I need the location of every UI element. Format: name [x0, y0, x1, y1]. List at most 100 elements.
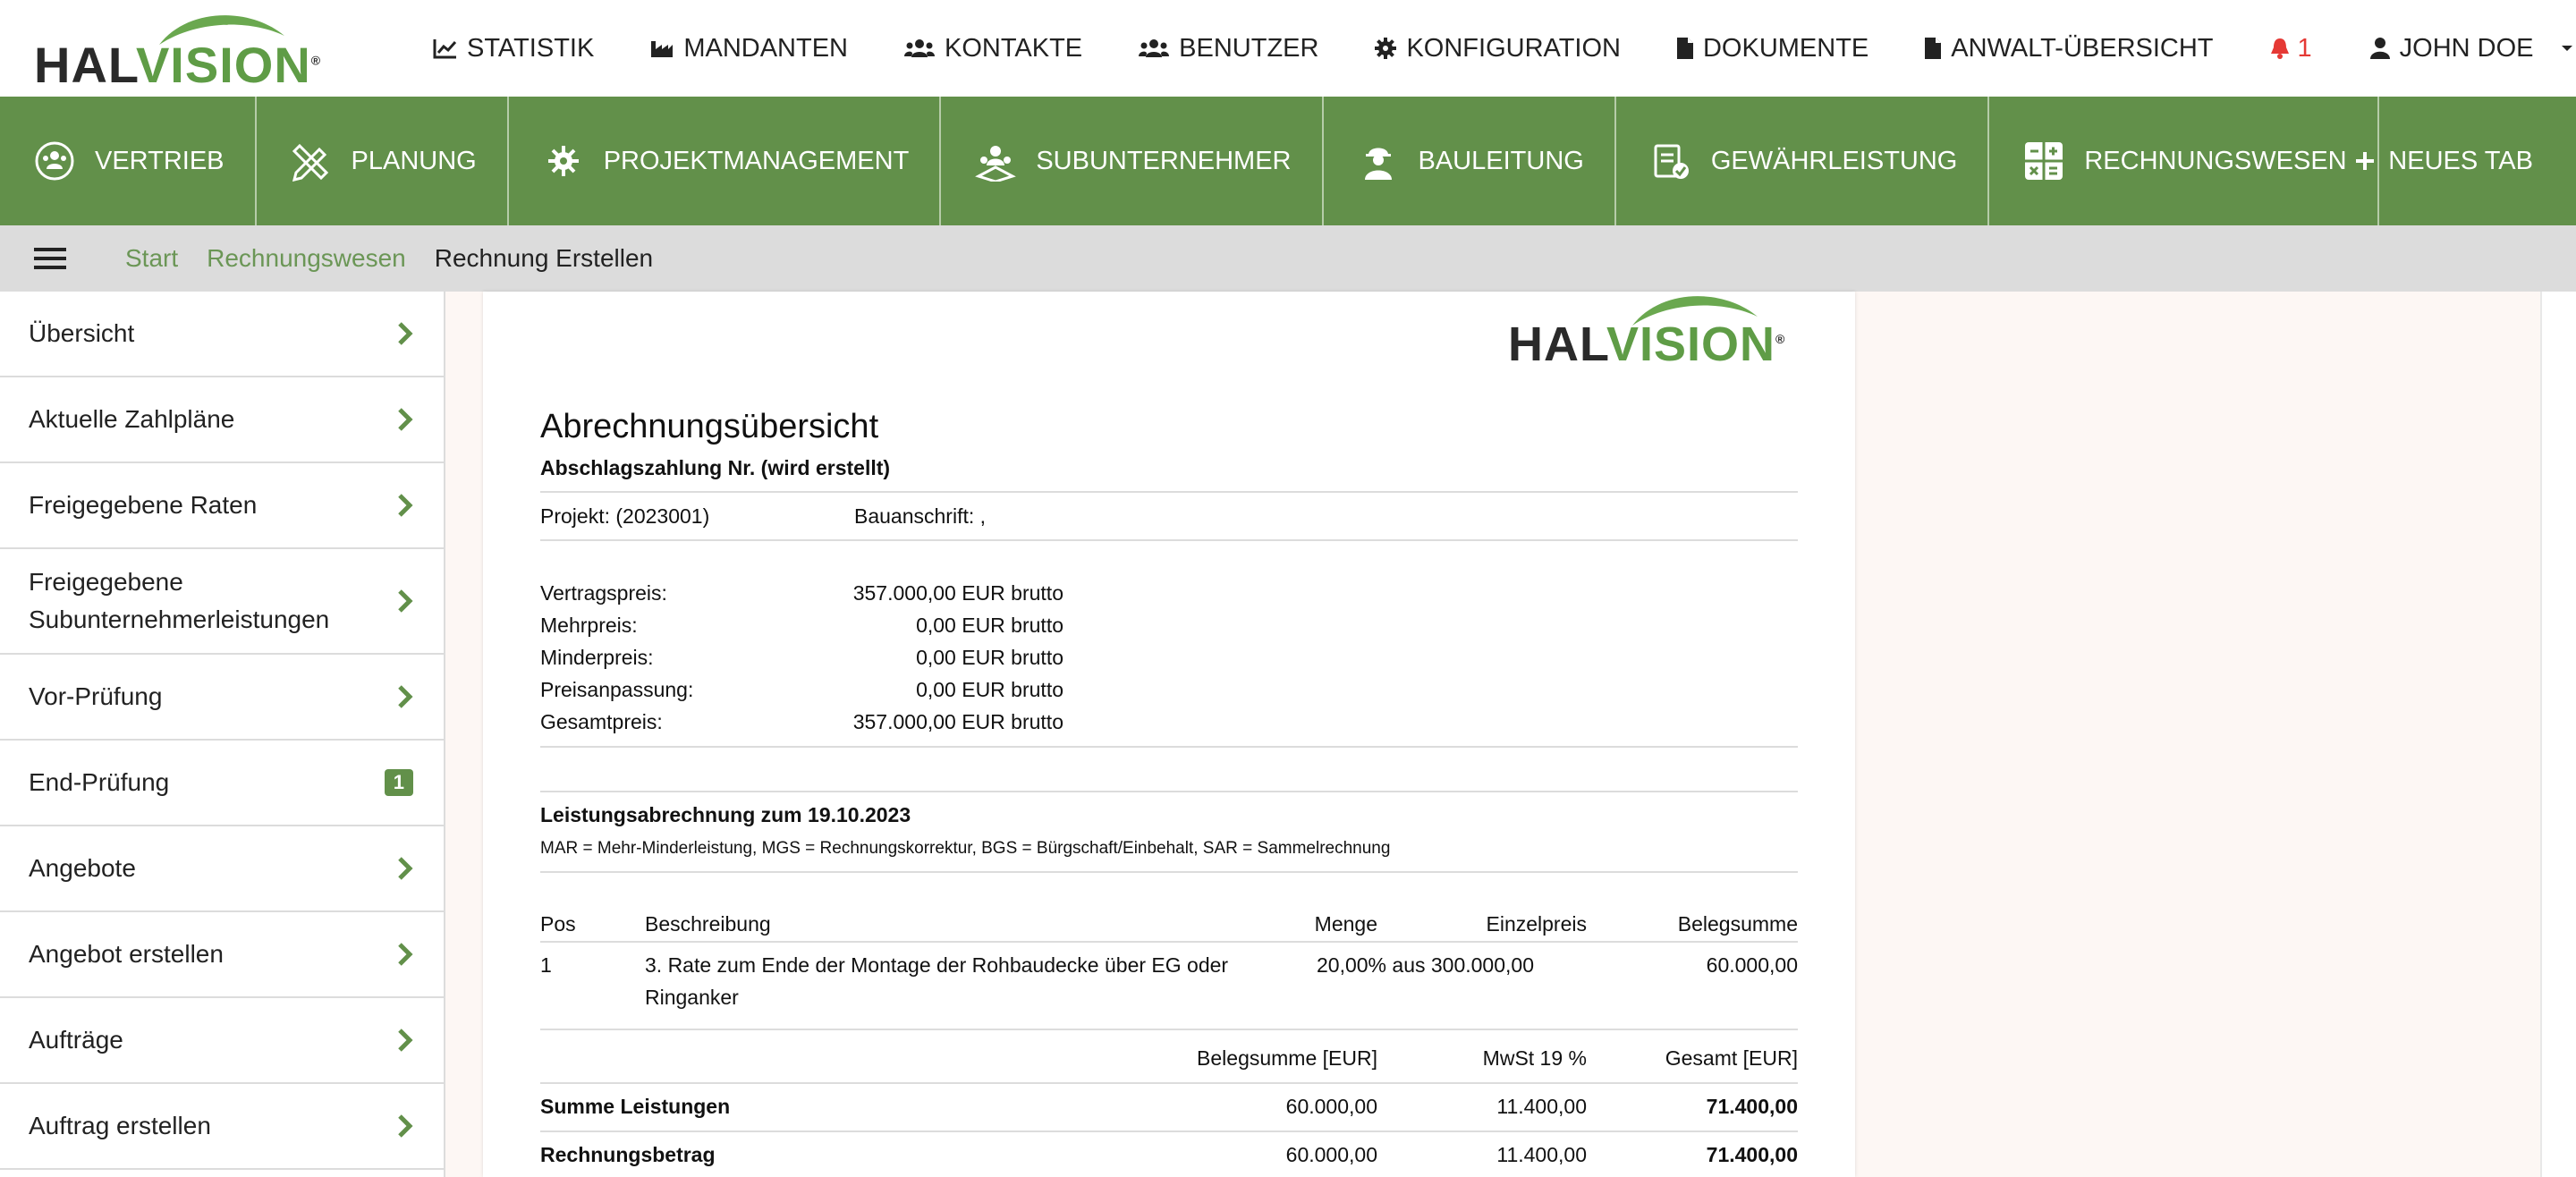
price-label: Vertragspreis: [540, 581, 667, 605]
sidebar-item-label: Auftrag erstellen [29, 1112, 211, 1139]
breadcrumb-section[interactable]: Rechnungswesen [207, 244, 406, 273]
module-tab-vertrieb[interactable]: VERTRIEB [0, 97, 257, 225]
module-tab-planung[interactable]: PLANUNG [257, 97, 509, 225]
topnav-benutzer-label: BENUTZER [1179, 33, 1319, 63]
sum-net: 60.000,00 [1285, 1143, 1377, 1166]
price-label: Mehrpreis: [540, 614, 638, 637]
sidebar-item-angebot-erstellen[interactable]: Angebot erstellen [0, 912, 444, 998]
caret-down-icon [2561, 46, 2572, 51]
logo-text-dark: HAL [1508, 318, 1606, 371]
row-pos: 1 [540, 953, 552, 977]
sidebar-item-auftraege[interactable]: Aufträge [0, 998, 444, 1084]
sidebar-item-end-pruefung[interactable]: End-Prüfung 1 [0, 741, 444, 826]
sidebar-item-label: Übersicht [29, 319, 135, 347]
sidebar-item-label: Vor-Prüfung [29, 682, 163, 710]
top-bar: HALVISION® STATISTIK MANDANTEN KONTAKTE … [0, 0, 2576, 97]
gear-icon [1375, 38, 1397, 59]
module-bar: VERTRIEB PLANUNG PROJEKTMANAGEMENT SUBUN… [0, 97, 2576, 225]
sidebar-item-label: End-Prüfung [29, 768, 170, 796]
breadcrumb-current: Rechnung Erstellen [434, 244, 654, 272]
project-label: Projekt: (2023001) [540, 504, 710, 528]
document-subtitle: Abschlagszahlung Nr. (wird erstellt) [540, 456, 891, 479]
row-quantity: 20,00% aus 300.000,00 [1317, 953, 1534, 977]
sidebar-item-freigegebene-subunternehmerleistungen[interactable]: Freigegebene Subunternehmerleistungen [0, 549, 444, 655]
topnav-dokumente[interactable]: DOKUMENTE [1676, 34, 1868, 64]
topnav-statistik-label: STATISTIK [467, 33, 595, 63]
sum-net: 60.000,00 [1285, 1095, 1377, 1118]
logo-text-dark: HAL [34, 37, 136, 93]
topnav-kontakte-label: KONTAKTE [945, 33, 1083, 63]
sum-gross: 71.400,00 [1706, 1143, 1798, 1166]
sidebar-item-auftrag-erstellen[interactable]: Auftrag erstellen [0, 1084, 444, 1170]
module-tab-subunternehmer[interactable]: SUBUNTERNEHMER [941, 97, 1324, 225]
module-tab-planung-label: PLANUNG [351, 146, 477, 175]
notifications-button[interactable]: 1 [2269, 34, 2312, 64]
topnav-dokumente-label: DOKUMENTE [1702, 33, 1869, 63]
topnav-mandanten[interactable]: MANDANTEN [649, 34, 848, 64]
bell-icon [2270, 38, 2289, 59]
topnav-kontakte[interactable]: KONTAKTE [903, 34, 1082, 64]
right-scroll-edge [2540, 292, 2576, 1177]
price-label: Preisanpassung: [540, 678, 694, 701]
row-total: 60.000,00 [1706, 953, 1798, 977]
new-tab-label: NEUES TAB [2388, 146, 2533, 175]
subcontractor-icon [975, 146, 1017, 182]
divider [540, 1130, 1798, 1132]
calculator-icon [2025, 142, 2063, 180]
users-icon [904, 39, 935, 57]
chevron-right-icon [398, 857, 413, 880]
sidebar-item-label: Freigegebene Raten [29, 491, 258, 519]
services-title: Leistungsabrechnung zum 19.10.2023 [540, 803, 911, 826]
warranty-clipboard-icon [1654, 144, 1689, 179]
chevron-right-icon [398, 685, 413, 708]
sidebar-item-aktuelle-zahlplaene[interactable]: Aktuelle Zahlpläne [0, 377, 444, 463]
sum-header-net: Belegsumme [EUR] [1197, 1046, 1377, 1070]
sidebar-item-uebersicht[interactable]: Übersicht [0, 292, 444, 377]
topnav-anwalt-uebersicht[interactable]: ANWALT-ÜBERSICHT [1924, 34, 2214, 64]
sidebar-item-freigegebene-raten[interactable]: Freigegebene Raten [0, 463, 444, 549]
new-tab-button[interactable]: NEUES TAB [2354, 97, 2533, 225]
column-header-description: Beschreibung [645, 912, 771, 936]
sum-header-gross: Gesamt [EUR] [1665, 1046, 1798, 1070]
module-tab-projektmanagement[interactable]: PROJEKTMANAGEMENT [509, 97, 942, 225]
top-navigation: STATISTIK MANDANTEN KONTAKTE BENUTZER KO… [433, 0, 2576, 97]
users-icon [1139, 39, 1170, 57]
sum-vat: 11.400,00 [1496, 1095, 1587, 1118]
project-gear-icon [547, 146, 579, 176]
divider [540, 1029, 1798, 1030]
topnav-benutzer[interactable]: BENUTZER [1138, 34, 1318, 64]
hamburger-menu-icon[interactable] [34, 246, 66, 271]
logo-text-green: VISION [1606, 318, 1776, 371]
module-tab-bauleitung[interactable]: BAULEITUNG [1324, 97, 1616, 225]
sidebar-item-label: Aufträge [29, 1026, 123, 1054]
sum-vat: 11.400,00 [1496, 1143, 1587, 1166]
sidebar-item-angebote[interactable]: Angebote [0, 826, 444, 912]
breadcrumb-start[interactable]: Start [125, 244, 178, 273]
chart-line-icon [433, 39, 457, 59]
chevron-right-icon [398, 494, 413, 517]
topnav-statistik[interactable]: STATISTIK [433, 34, 594, 64]
sidebar-item-vor-pruefung[interactable]: Vor-Prüfung [0, 655, 444, 741]
sidebar-item-label: Freigegebene Subunternehmerleistungen [29, 568, 330, 633]
module-tab-gewaehrleistung[interactable]: GEWÄHRLEISTUNG [1616, 97, 1990, 225]
breadcrumb-bar: Start Rechnungswesen Rechnung Erstellen [0, 225, 2576, 292]
topnav-konfiguration[interactable]: KONFIGURATION [1374, 34, 1621, 64]
chevron-right-icon [398, 1029, 413, 1052]
invoice-preview: HALVISION® Abrechnungsübersicht Abschlag… [483, 292, 1855, 1177]
sales-team-icon [35, 141, 74, 181]
industry-icon [651, 41, 674, 57]
topnav-konfiguration-label: KONFIGURATION [1406, 33, 1621, 63]
module-tab-projektmanagement-label: PROJEKTMANAGEMENT [603, 146, 910, 175]
price-value: 0,00 EUR brutto [916, 614, 1063, 637]
user-menu[interactable]: JOHN DOE [2369, 34, 2576, 64]
sum-header-vat: MwSt 19 % [1482, 1046, 1587, 1070]
module-tab-vertrieb-label: VERTRIEB [95, 146, 225, 175]
divider [540, 1082, 1798, 1084]
chevron-right-icon [398, 408, 413, 431]
document-logo: HALVISION® [1508, 293, 1803, 372]
price-label: Minderpreis: [540, 646, 654, 669]
module-tab-rechnungswesen[interactable]: RECHNUNGSWESEN [1989, 97, 2379, 225]
column-header-unit-price: Einzelpreis [1486, 912, 1588, 936]
halvision-logo[interactable]: HALVISION® [34, 13, 320, 93]
sidebar-item-label: Angebot erstellen [29, 940, 224, 968]
